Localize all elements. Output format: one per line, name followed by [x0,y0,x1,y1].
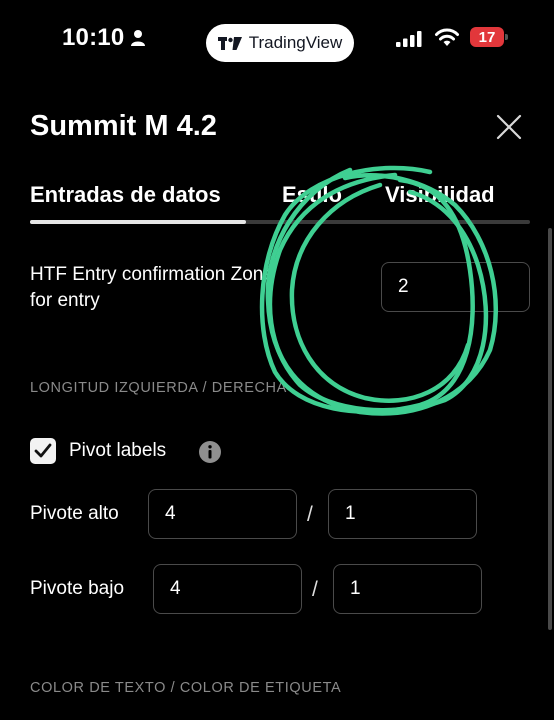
tradingview-pill[interactable]: TradingView [206,24,354,62]
tab-entradas-de-datos[interactable]: Entradas de datos [30,182,221,208]
pivot-low-left-input[interactable] [153,564,302,614]
checkmark-icon [34,443,52,458]
htf-entry-input[interactable] [381,262,530,312]
wifi-icon [435,28,459,46]
htf-entry-label: HTF Entry confirmation Zone for entry [30,262,274,314]
pivot-high-separator: / [307,503,313,526]
pivot-high-right-input[interactable] [328,489,477,539]
htf-entry-label-line1: HTF Entry confirmation Zone [30,264,274,285]
person-icon [131,30,145,46]
status-bar: 10:10 TradingView 17 [0,0,554,86]
tradingview-logo-icon [217,36,242,50]
active-tab-indicator [30,220,246,224]
pivot-high-left-input[interactable] [148,489,297,539]
settings-tabs: Entradas de datos Estilo Visibilidad [30,178,530,226]
tradingview-pill-label: TradingView [248,33,343,52]
scrollbar[interactable] [548,228,552,630]
pivot-high-label: Pivote alto [30,503,119,524]
dialog-title: Summit M 4.2 [30,110,217,142]
tab-estilo[interactable]: Estilo [282,182,342,208]
section-header-color: COLOR DE TEXTO / COLOR DE ETIQUETA [30,680,342,696]
section-header-longitud: LONGITUD IZQUIERDA / DERECHA [30,380,287,396]
pivot-labels-label: Pivot labels [69,440,167,461]
info-icon[interactable] [198,440,222,464]
pivot-low-right-input[interactable] [333,564,482,614]
battery-indicator: 17 [470,27,508,47]
status-time: 10:10 [62,24,125,51]
pivot-low-label: Pivote bajo [30,578,125,599]
cellular-signal-icon [396,31,422,47]
pivot-labels-checkbox[interactable] [30,438,56,464]
htf-entry-label-line2: for entry [30,290,100,311]
pivot-low-separator: / [312,578,318,601]
close-icon[interactable] [494,112,524,142]
battery-level: 17 [478,28,496,46]
tab-visibilidad[interactable]: Visibilidad [385,182,495,208]
